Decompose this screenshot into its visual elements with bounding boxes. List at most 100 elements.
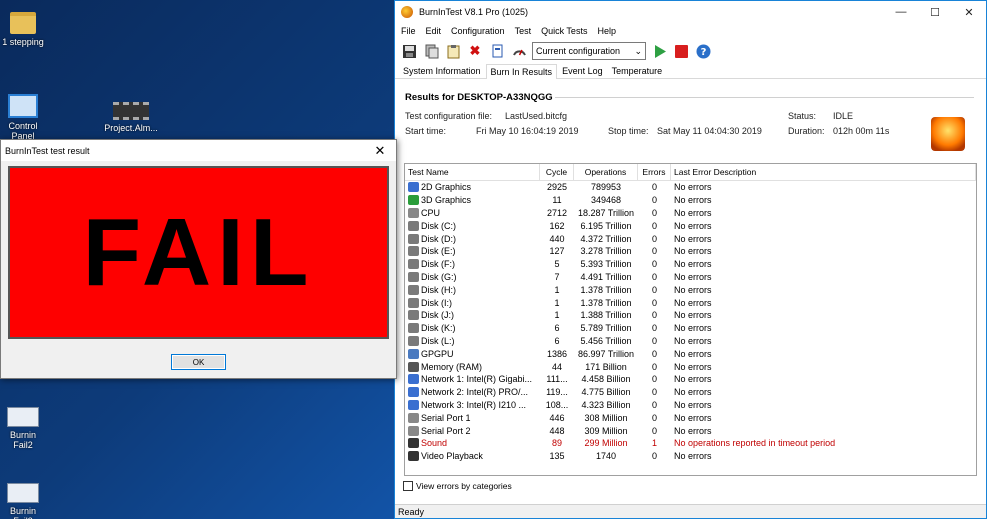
tab-event-log[interactable]: Event Log	[558, 64, 607, 78]
table-row[interactable]: Sound 89 299 Million 1 No operations reporte…	[405, 437, 976, 450]
table-row[interactable]: Disk (L:) 6 5.456 Trillion 0 No errors	[405, 335, 976, 348]
column-header-last-error[interactable]: Last Error Description	[671, 164, 976, 180]
menu-edit[interactable]: Edit	[426, 26, 442, 36]
table-row[interactable]: CPU 2712 18.287 Trillion 0 No errors	[405, 207, 976, 220]
table-row[interactable]: Disk (E:) 127 3.278 Trillion 0 No errors	[405, 245, 976, 258]
network-icon	[408, 387, 419, 398]
test-name: Disk (L:)	[421, 335, 455, 346]
menu-configuration[interactable]: Configuration	[451, 26, 505, 36]
desktop-icon-burnin-fail3[interactable]: Burnin Fail3	[0, 483, 46, 519]
menu-quick-tests[interactable]: Quick Tests	[541, 26, 587, 36]
test-name-cell: Network 3: Intel(R) I210 ...	[405, 399, 540, 410]
last-error-cell: No errors	[674, 195, 712, 206]
config-file-value: LastUsed.bitcfg	[505, 111, 568, 121]
menu-test[interactable]: Test	[515, 26, 532, 36]
table-row[interactable]: Network 1: Intel(R) Gigabi... 111... 4.458…	[405, 373, 976, 386]
desktop-icon-burnin-fail2[interactable]: Burnin Fail2	[0, 407, 46, 450]
test-name-cell: CPU	[405, 207, 540, 218]
results-table: Test Name Cycle Operations Errors Last E…	[404, 163, 977, 476]
disk-icon	[408, 246, 419, 257]
table-row[interactable]: Video Playback 135 1740 0 No errors	[405, 450, 976, 463]
table-row[interactable]: Disk (J:) 1 1.388 Trillion 0 No errors	[405, 309, 976, 322]
table-row[interactable]: 2D Graphics 2925 789953 0 No errors	[405, 181, 976, 194]
last-error-cell: No errors	[674, 387, 712, 398]
test-name-cell: Network 2: Intel(R) PRO/...	[405, 387, 540, 398]
cycle-cell: 6	[554, 323, 560, 334]
configuration-select[interactable]: Current configuration ⌄	[532, 42, 646, 60]
last-error-cell: No errors	[674, 233, 712, 244]
stop-icon[interactable]	[672, 42, 690, 60]
operations-cell: 86.997 Trillion	[577, 348, 635, 359]
test-name-cell: Video Playback	[405, 451, 540, 462]
table-row[interactable]: Disk (F:) 5 5.393 Trillion 0 No errors	[405, 258, 976, 271]
duration-value: 012h 00m 11s	[833, 126, 890, 136]
desktop-icon-control-panel[interactable]: Control Panel	[0, 94, 46, 141]
cycle-cell: 119...	[546, 387, 568, 398]
errors-cell: 0	[651, 451, 657, 462]
gauge-icon[interactable]	[510, 42, 528, 60]
test-name: Disk (K:)	[421, 323, 456, 334]
table-row[interactable]: Serial Port 2 448 309 Million 0 No errors	[405, 424, 976, 437]
table-row[interactable]: Network 3: Intel(R) I210 ... 108... 4.323 …	[405, 399, 976, 412]
desktop-icon-stepping[interactable]: 1 stepping	[0, 12, 46, 47]
table-row[interactable]: GPGPU 1386 86.997 Trillion 0 No errors	[405, 347, 976, 360]
last-error-cell: No errors	[674, 399, 712, 410]
table-row[interactable]: Disk (G:) 7 4.491 Trillion 0 No errors	[405, 271, 976, 284]
operations-cell: 299 Million	[584, 438, 628, 449]
column-header-errors[interactable]: Errors	[638, 164, 671, 180]
dialog-close-button[interactable]: ✕	[368, 142, 392, 160]
stop-x-icon[interactable]: ✖	[466, 42, 484, 60]
table-row[interactable]: 3D Graphics 11 349468 0 No errors	[405, 194, 976, 207]
fail-result-text: FAIL	[82, 198, 315, 306]
table-row[interactable]: Serial Port 1 446 308 Million 0 No errors	[405, 411, 976, 424]
table-row[interactable]: Disk (H:) 1 1.378 Trillion 0 No errors	[405, 283, 976, 296]
view-errors-by-categories[interactable]: View errors by categories	[403, 481, 512, 491]
operations-cell: 4.372 Trillion	[580, 233, 632, 244]
operations-cell: 4.491 Trillion	[580, 271, 632, 282]
table-row[interactable]: Disk (D:) 440 4.372 Trillion 0 No errors	[405, 232, 976, 245]
play-icon[interactable]	[650, 42, 668, 60]
ok-button[interactable]: OK	[171, 354, 226, 370]
window-titlebar[interactable]: BurnInTest V8.1 Pro (1025) — ☐ ✕	[395, 1, 986, 23]
cycle-cell: 127	[549, 246, 565, 257]
view-errors-checkbox[interactable]	[403, 481, 413, 491]
cycle-cell: 5	[554, 259, 560, 270]
tab-burn-in-results[interactable]: Burn In Results	[485, 64, 558, 79]
column-header-cycle[interactable]: Cycle	[540, 164, 574, 180]
copy-icon[interactable]	[422, 42, 440, 60]
cycle-cell: 162	[549, 220, 565, 231]
operations-cell: 1.388 Trillion	[580, 310, 632, 321]
test-name-cell: Disk (D:)	[405, 233, 540, 244]
table-row[interactable]: Network 2: Intel(R) PRO/... 119... 4.775 B…	[405, 386, 976, 399]
monitor-icon[interactable]	[488, 42, 506, 60]
menu-file[interactable]: File	[401, 26, 416, 36]
table-row[interactable]: Memory (RAM) 44 171 Billion 0 No errors	[405, 360, 976, 373]
column-header-operations[interactable]: Operations	[574, 164, 638, 180]
column-header-test-name[interactable]: Test Name	[405, 164, 540, 180]
maximize-button[interactable]: ☐	[918, 1, 952, 23]
errors-cell: 0	[651, 412, 657, 423]
tab-temperature[interactable]: Temperature	[608, 64, 667, 78]
minimize-button[interactable]: —	[884, 1, 918, 23]
fail-result-panel: FAIL	[8, 166, 389, 339]
errors-cell: 0	[651, 335, 657, 346]
save-icon[interactable]	[400, 42, 418, 60]
errors-cell: 1	[651, 438, 657, 449]
cycle-cell: 44	[551, 361, 562, 372]
close-button[interactable]: ✕	[952, 1, 986, 23]
start-time-label: Start time:	[405, 126, 447, 136]
last-error-cell: No errors	[674, 412, 712, 423]
table-row[interactable]: Disk (K:) 6 5.789 Trillion 0 No errors	[405, 322, 976, 335]
help-icon[interactable]: ?	[694, 42, 712, 60]
chevron-down-icon: ⌄	[634, 45, 642, 56]
table-row[interactable]: Disk (I:) 1 1.378 Trillion 0 No errors	[405, 296, 976, 309]
burnintest-window: BurnInTest V8.1 Pro (1025) — ☐ ✕ File Ed…	[394, 0, 987, 519]
clipboard-icon[interactable]	[444, 42, 462, 60]
desktop-icon-project[interactable]: Project.Alm...	[100, 102, 162, 133]
tab-system-information[interactable]: System Information	[399, 64, 485, 78]
dialog-titlebar[interactable]: BurnInTest test result ✕	[1, 140, 396, 161]
results-title: Results for DESKTOP-A33NQGG	[405, 92, 553, 103]
table-row[interactable]: Disk (C:) 162 6.195 Trillion 0 No errors	[405, 219, 976, 232]
errors-cell: 0	[651, 246, 657, 257]
menu-help[interactable]: Help	[597, 26, 616, 36]
